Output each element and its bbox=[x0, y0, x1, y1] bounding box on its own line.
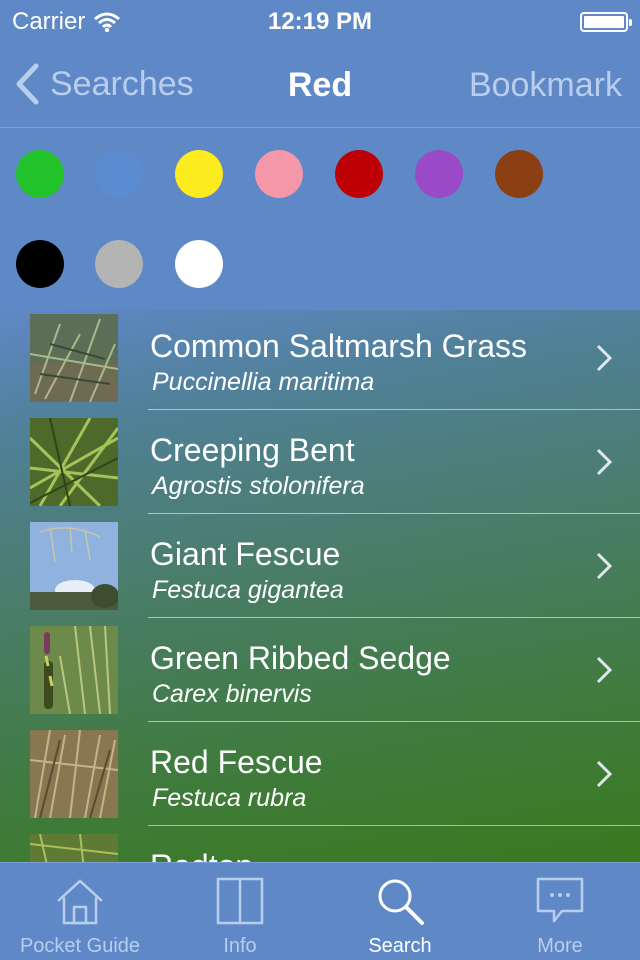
latin-name: Agrostis stolonifera bbox=[152, 472, 365, 500]
row-separator bbox=[148, 721, 640, 722]
tab-label: More bbox=[537, 935, 583, 957]
row-separator bbox=[148, 513, 640, 514]
sedge-photo-thumbnail bbox=[30, 626, 118, 714]
common-name: Common Saltmarsh Grass bbox=[150, 328, 527, 364]
tab-label: Info bbox=[223, 935, 257, 957]
latin-name: Festuca gigantea bbox=[152, 576, 344, 604]
search-icon bbox=[378, 879, 424, 925]
row-separator bbox=[148, 825, 640, 826]
grass-sky-photo-thumbnail bbox=[30, 522, 118, 610]
tab-search[interactable]: Search bbox=[320, 863, 480, 960]
row-separator bbox=[148, 617, 640, 618]
common-name: Red Fescue bbox=[150, 744, 323, 780]
swatch-green[interactable] bbox=[16, 150, 64, 198]
chevron-right-icon bbox=[596, 656, 612, 684]
tab-more[interactable]: More bbox=[480, 863, 640, 960]
swatch-yellow[interactable] bbox=[175, 150, 223, 198]
swatch-blue[interactable] bbox=[95, 150, 143, 198]
swatch-white[interactable] bbox=[175, 240, 223, 288]
color-filter-area bbox=[0, 129, 640, 310]
list-item[interactable]: Common Saltmarsh Grass Puccinellia marit… bbox=[0, 310, 640, 414]
grass-photo-thumbnail bbox=[30, 418, 118, 506]
chevron-right-icon bbox=[596, 344, 612, 372]
swatch-grey[interactable] bbox=[95, 240, 143, 288]
status-time: 12:19 PM bbox=[267, 8, 373, 35]
tab-info[interactable]: Info bbox=[160, 863, 320, 960]
tab-label: Pocket Guide bbox=[19, 935, 141, 957]
common-name: Giant Fescue bbox=[150, 536, 341, 572]
results-list: Common Saltmarsh Grass Puccinellia marit… bbox=[0, 310, 640, 862]
swatch-red[interactable] bbox=[335, 150, 383, 198]
navigation-bar: Searches Red Bookmark bbox=[0, 40, 640, 128]
book-icon bbox=[216, 877, 264, 925]
common-name: Creeping Bent bbox=[150, 432, 355, 468]
tab-label: Search bbox=[368, 935, 432, 957]
swatch-black[interactable] bbox=[16, 240, 64, 288]
swatch-pink[interactable] bbox=[255, 150, 303, 198]
chevron-right-icon bbox=[596, 448, 612, 476]
tab-bar: Pocket Guide Info Search More bbox=[0, 862, 640, 960]
back-button-label: Searches bbox=[50, 64, 194, 103]
common-name: Green Ribbed Sedge bbox=[150, 640, 451, 676]
list-item[interactable]: Giant Fescue Festuca gigantea bbox=[0, 518, 640, 622]
status-bar: Carrier 12:19 PM bbox=[0, 0, 640, 40]
list-item[interactable]: Green Ribbed Sedge Carex binervis bbox=[0, 622, 640, 726]
row-separator bbox=[148, 409, 640, 410]
grass-photo-thumbnail bbox=[30, 834, 118, 862]
latin-name: Carex binervis bbox=[152, 680, 312, 708]
dry-grass-photo-thumbnail bbox=[30, 730, 118, 818]
home-icon bbox=[57, 879, 103, 925]
list-item[interactable]: Redtop bbox=[0, 830, 640, 862]
chevron-right-icon bbox=[596, 760, 612, 788]
chevron-left-icon bbox=[16, 63, 39, 105]
grass-photo-thumbnail bbox=[30, 314, 118, 402]
battery-icon bbox=[580, 12, 632, 32]
list-item[interactable]: Red Fescue Festuca rubra bbox=[0, 726, 640, 830]
common-name: Redtop bbox=[150, 848, 253, 862]
chevron-right-icon bbox=[596, 552, 612, 580]
list-item[interactable]: Creeping Bent Agrostis stolonifera bbox=[0, 414, 640, 518]
latin-name: Puccinellia maritima bbox=[152, 368, 375, 396]
latin-name: Festuca rubra bbox=[152, 784, 307, 812]
swatch-brown[interactable] bbox=[495, 150, 543, 198]
back-button[interactable]: Searches bbox=[14, 62, 194, 106]
swatch-purple[interactable] bbox=[415, 150, 463, 198]
chat-bubble-icon bbox=[536, 877, 584, 923]
tab-pocket-guide[interactable]: Pocket Guide bbox=[0, 863, 160, 960]
bookmark-button[interactable]: Bookmark bbox=[469, 66, 622, 105]
